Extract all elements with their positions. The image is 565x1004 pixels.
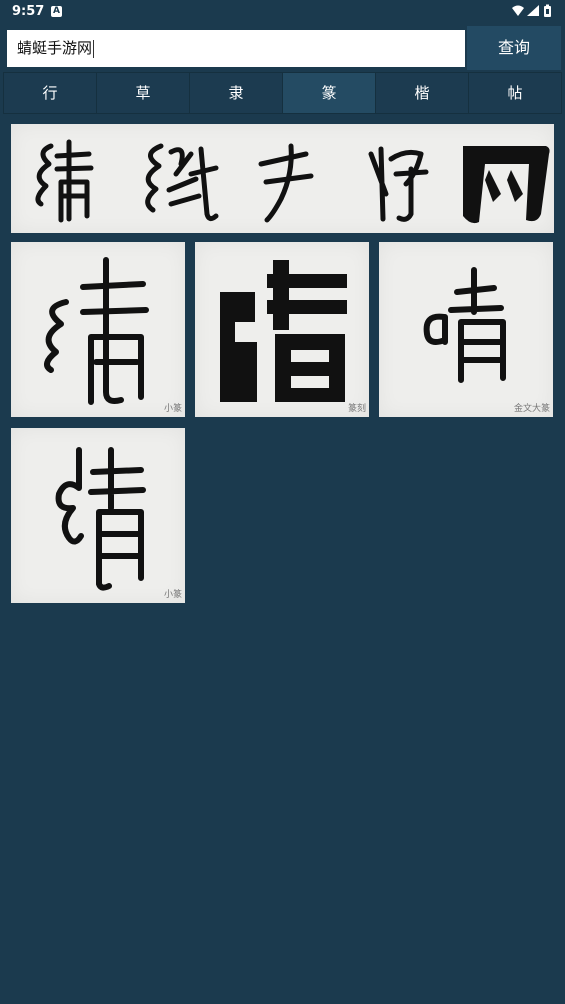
text-caret [93,39,95,58]
status-right-icons [511,4,553,18]
status-time: 9:57 [12,4,45,19]
style-label: 篆刻 [347,404,366,414]
tab-kai[interactable]: 楷 [376,73,469,113]
tab-zhuan[interactable]: 篆 [283,73,376,113]
result-card-2[interactable]: 篆刻 [195,242,369,417]
seal-character-image [55,447,146,591]
style-label: 金文大篆 [513,404,550,414]
tab-li[interactable]: 隶 [190,73,283,113]
notification-a-icon: A [51,6,62,17]
style-label: 小篆 [163,404,182,414]
seal-script-phrase-image [35,139,550,224]
wifi-icon [512,5,524,16]
tab-tie[interactable]: 帖 [469,73,561,113]
result-card-3[interactable]: 金文大篆 [379,242,553,417]
seal-character-image [220,260,347,402]
seal-character-image [423,267,506,383]
style-label: 小篆 [163,590,182,600]
tab-cao[interactable]: 草 [97,73,190,113]
result-card-1[interactable]: 小篆 [11,242,185,417]
status-bar: 9:57 A [0,0,565,24]
seal-character-image [44,257,149,405]
signal-icon [527,5,539,16]
result-card-4[interactable]: 小篆 [11,428,185,603]
search-input-value: 蜻蜓手游网 [17,39,93,57]
battery-icon [544,4,551,17]
tab-xing[interactable]: 行 [4,73,97,113]
query-button[interactable]: 查询 [467,26,561,70]
phrase-calligraphy-image[interactable] [11,124,554,233]
calligraphy-style-tabs: 行 草 隶 篆 楷 帖 [3,72,562,114]
search-input[interactable]: 蜻蜓手游网 [7,30,465,67]
